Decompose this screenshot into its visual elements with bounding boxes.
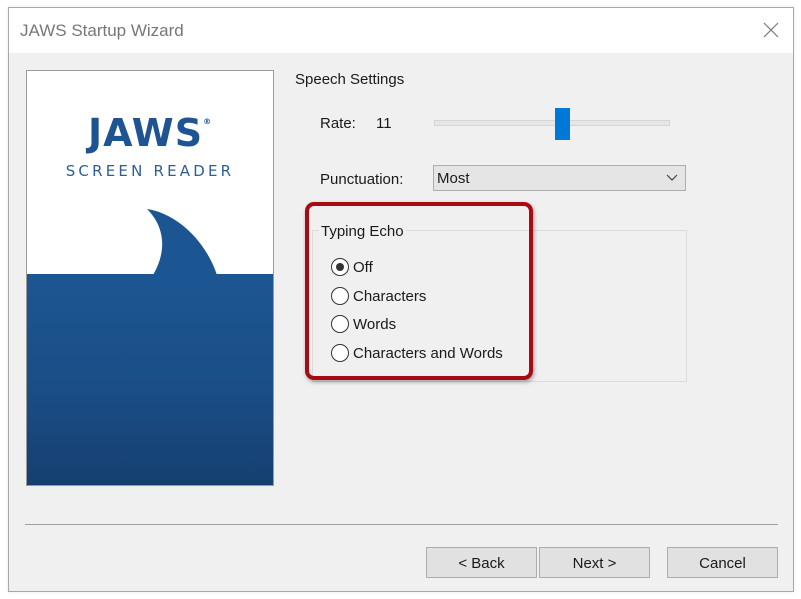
logo-wordmark: JAWS® bbox=[27, 111, 273, 155]
radio-off[interactable]: Off bbox=[331, 256, 373, 278]
punctuation-dropdown[interactable]: Most bbox=[433, 165, 686, 191]
wizard-window: JAWS Startup Wizard JAWS® SCREEN READER … bbox=[8, 7, 794, 592]
footer-separator bbox=[25, 524, 778, 525]
close-button[interactable] bbox=[747, 8, 793, 53]
radio-label: Words bbox=[353, 316, 396, 333]
punctuation-label: Punctuation: bbox=[320, 171, 403, 188]
radio-words[interactable]: Words bbox=[331, 313, 396, 335]
typing-echo-legend: Typing Echo bbox=[319, 223, 406, 240]
rate-slider[interactable] bbox=[434, 106, 670, 142]
next-button[interactable]: Next > bbox=[539, 547, 650, 578]
radio-label: Off bbox=[353, 259, 373, 276]
speech-settings-heading: Speech Settings bbox=[295, 71, 404, 88]
rate-slider-track bbox=[434, 120, 670, 126]
close-icon bbox=[763, 22, 779, 38]
radio-label: Characters and Words bbox=[353, 345, 503, 362]
radio-characters-and-words[interactable]: Characters and Words bbox=[331, 342, 503, 364]
cancel-button[interactable]: Cancel bbox=[667, 547, 778, 578]
rate-value: 11 bbox=[376, 115, 392, 132]
back-button[interactable]: < Back bbox=[426, 547, 537, 578]
radio-characters[interactable]: Characters bbox=[331, 285, 426, 307]
shark-fin-icon bbox=[145, 209, 219, 275]
punctuation-selected-value: Most bbox=[437, 170, 470, 187]
radio-button[interactable] bbox=[331, 344, 349, 362]
radio-button[interactable] bbox=[331, 315, 349, 333]
title-bar: JAWS Startup Wizard bbox=[9, 8, 793, 53]
radio-label: Characters bbox=[353, 288, 426, 305]
chevron-down-icon bbox=[666, 174, 678, 182]
logo-water bbox=[27, 274, 273, 485]
window-title: JAWS Startup Wizard bbox=[20, 21, 184, 41]
logo-subtitle: SCREEN READER bbox=[27, 162, 273, 180]
radio-button[interactable] bbox=[331, 287, 349, 305]
rate-slider-thumb[interactable] bbox=[555, 108, 570, 140]
jaws-logo-image: JAWS® SCREEN READER bbox=[26, 70, 274, 486]
rate-label: Rate: bbox=[320, 115, 356, 132]
radio-button-checked[interactable] bbox=[331, 258, 349, 276]
